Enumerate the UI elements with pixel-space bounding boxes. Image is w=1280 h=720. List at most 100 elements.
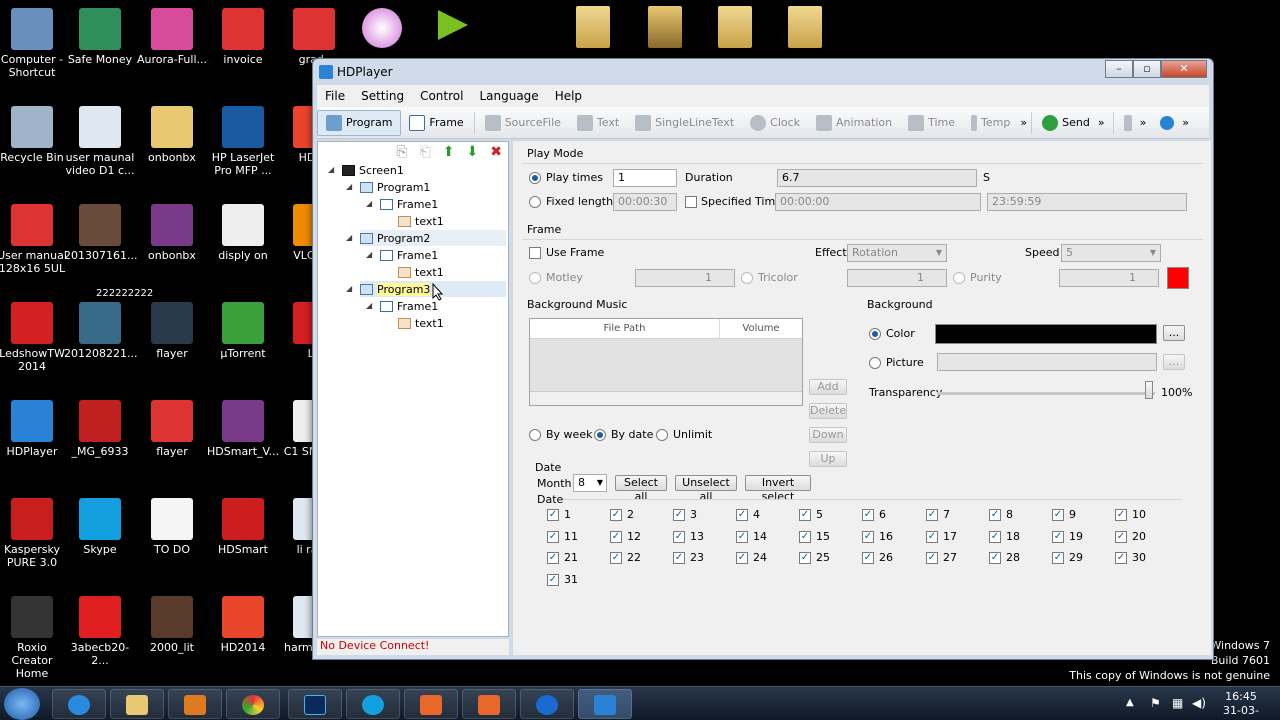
desktop-icon[interactable]: HP LaserJet Pro MFP ... (207, 106, 279, 177)
day-checkbox[interactable]: ✓ (610, 552, 622, 564)
tree-program3-text[interactable]: text1 (398, 315, 444, 331)
music-delete-button[interactable]: Delete (809, 403, 847, 419)
music-list[interactable]: File Path Volume (529, 318, 803, 406)
menu-control[interactable]: Control (412, 89, 471, 103)
toolbar-overflow-4[interactable]: » (1182, 116, 1189, 129)
month-select[interactable]: 8 ▼ (573, 474, 607, 492)
tray-arrow-icon[interactable]: ▲ (1126, 697, 1134, 708)
minimize-button[interactable]: – (1105, 60, 1133, 78)
invert-select-button[interactable]: Invert select (745, 475, 811, 503)
desktop-icon[interactable]: Skype (64, 498, 136, 556)
expand-icon[interactable]: ◢ (346, 182, 352, 191)
day-checkbox[interactable]: ✓ (989, 530, 1001, 543)
tree-program2-text[interactable]: text1 (398, 264, 444, 280)
day-checkbox[interactable]: ✓ (799, 509, 811, 521)
day-checkbox[interactable]: ✓ (610, 530, 622, 543)
bg-color-swatch[interactable] (935, 324, 1157, 344)
time-button[interactable]: Time (900, 110, 963, 136)
fixed-length-input[interactable]: 00:00:30 (613, 193, 677, 211)
fixed-length-radio[interactable] (529, 196, 541, 208)
desktop-icon[interactable]: HDSmart_V... (207, 400, 279, 458)
day-checkbox[interactable]: ✓ (547, 530, 559, 543)
taskbar-media[interactable] (168, 689, 222, 719)
day-checkbox[interactable]: ✓ (547, 509, 559, 521)
bg-color-browse-button[interactable]: ... (1163, 325, 1185, 341)
play-icon[interactable] (438, 10, 468, 40)
purity-color-swatch[interactable] (1167, 267, 1189, 289)
duration-input[interactable]: 6.7 (777, 169, 977, 187)
tree-program2-frame[interactable]: Frame1 (380, 247, 438, 263)
desktop-icon[interactable]: _MG_6933 (64, 400, 136, 458)
select-all-button[interactable]: Select all (615, 475, 667, 503)
clock-button[interactable]: Clock (742, 110, 808, 136)
folder-icon[interactable] (788, 6, 822, 48)
taskbar-app1[interactable] (404, 689, 458, 719)
move-up-icon[interactable]: ⬆ (443, 144, 455, 160)
volume-column[interactable]: Volume (720, 319, 802, 338)
desktop-icon[interactable]: invoice (207, 8, 279, 66)
desktop-icon[interactable]: Safe Money (64, 8, 136, 66)
sourcefile-button[interactable]: SourceFile (477, 110, 569, 136)
tree-program2[interactable]: Program2 (360, 230, 506, 246)
purity-select[interactable]: 1 (1059, 269, 1159, 287)
day-checkbox[interactable]: ✓ (989, 509, 1001, 521)
desktop-icon[interactable]: user maunal video D1 c... (64, 106, 136, 177)
desktop-icon[interactable]: 201307161... (64, 204, 137, 262)
day-checkbox[interactable]: ✓ (1052, 509, 1064, 521)
toolbar-overflow-1[interactable]: » (1018, 116, 1029, 129)
taskbar-explorer[interactable] (110, 689, 164, 719)
transparency-slider-handle[interactable] (1145, 381, 1153, 399)
desktop-icon[interactable]: Aurora-Full... (136, 8, 208, 66)
day-checkbox[interactable]: ✓ (799, 530, 811, 543)
tree-screen[interactable]: Screen1 (342, 162, 404, 178)
day-checkbox[interactable]: ✓ (547, 573, 559, 586)
copy-icon[interactable]: ⎘ (396, 144, 407, 160)
frame-button[interactable]: Frame (401, 110, 471, 136)
network-icon[interactable]: ▦ (1172, 696, 1183, 710)
folder-icon[interactable] (718, 6, 752, 48)
play-times-radio[interactable] (529, 172, 541, 184)
menu-help[interactable]: Help (547, 89, 590, 103)
day-checkbox[interactable]: ✓ (736, 509, 748, 521)
desktop-icon[interactable]: HDSmart (207, 498, 279, 556)
desktop-icon[interactable]: Recycle Bin (0, 106, 68, 164)
desktop-icon[interactable]: LedshowTW 2014 (0, 302, 68, 373)
specified-start-input[interactable]: 00:00:00 (775, 193, 981, 211)
day-checkbox[interactable]: ✓ (1115, 552, 1127, 564)
taskbar-photoshop[interactable] (288, 689, 342, 719)
day-checkbox[interactable]: ✓ (926, 530, 938, 543)
desktop-icon[interactable]: 2000_lit (136, 596, 208, 654)
delete-icon[interactable]: ✖ (490, 144, 502, 160)
expand-icon[interactable]: ◢ (366, 301, 372, 310)
day-checkbox[interactable]: ✓ (989, 552, 1001, 564)
expand-icon[interactable]: ◢ (346, 233, 352, 242)
taskbar-ie[interactable] (52, 689, 106, 719)
day-checkbox[interactable]: ✓ (862, 530, 874, 543)
tricolor-radio[interactable] (741, 272, 753, 284)
desktop-icon[interactable]: Kaspersky PURE 3.0 (0, 498, 68, 569)
menu-language[interactable]: Language (471, 89, 546, 103)
program-button[interactable]: Program (317, 109, 402, 136)
itunes-icon[interactable] (362, 8, 402, 48)
flag-icon[interactable]: ⚑ (1150, 696, 1161, 710)
desktop-icon[interactable]: disply on (207, 204, 279, 262)
temp-button[interactable]: Temp (963, 110, 1018, 136)
desktop-icon[interactable]: μTorrent (207, 302, 279, 360)
effect-select[interactable]: Rotation ▼ (847, 244, 947, 262)
day-checkbox[interactable]: ✓ (862, 509, 874, 521)
specified-end-input[interactable]: 23:59:59 (987, 193, 1187, 211)
day-checkbox[interactable]: ✓ (673, 509, 685, 521)
purity-radio[interactable] (953, 272, 965, 284)
taskbar-chrome[interactable] (226, 689, 280, 719)
tree-program3-frame[interactable]: Frame1 (380, 298, 438, 314)
day-checkbox[interactable]: ✓ (926, 552, 938, 564)
music-down-button[interactable]: Down (809, 427, 847, 443)
unselect-all-button[interactable]: Unselect all (675, 475, 737, 503)
motley-radio[interactable] (529, 272, 541, 284)
clock[interactable]: 16:45 31-03-2016 (1212, 690, 1270, 720)
day-checkbox[interactable]: ✓ (736, 552, 748, 564)
music-add-button[interactable]: Add (809, 379, 847, 395)
use-frame-checkbox[interactable] (529, 247, 541, 259)
by-date-radio[interactable] (594, 429, 606, 441)
toolbar-overflow-3[interactable]: » (1140, 116, 1153, 129)
